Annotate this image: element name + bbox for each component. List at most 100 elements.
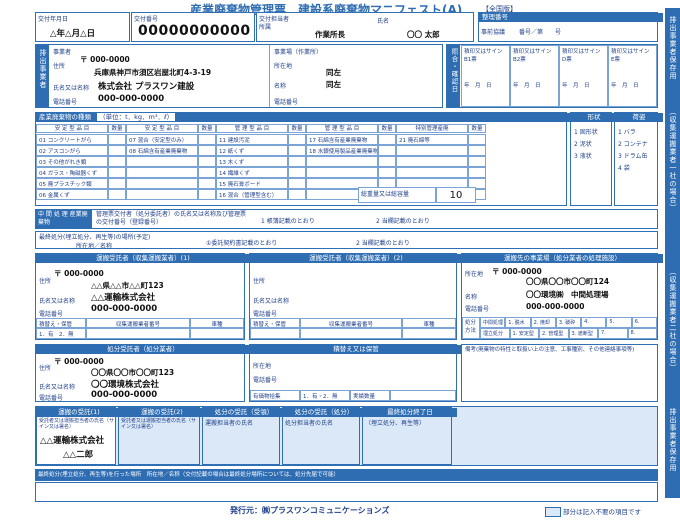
- site-address[interactable]: 同左: [326, 67, 341, 78]
- confirm-b1[interactable]: 積印又はサイン B1票年 月 日: [461, 45, 510, 107]
- final-option-1[interactable]: ①委託契約書記載のとおり: [206, 238, 277, 247]
- method-methods_a-1[interactable]: 1. 脱水: [505, 317, 531, 328]
- waste-qty-col3-2[interactable]: [288, 156, 306, 167]
- pack-option-3[interactable]: 3 ドラム缶: [618, 151, 648, 160]
- transport1-phone[interactable]: 000-000-0000: [91, 304, 157, 314]
- disposal-phone[interactable]: 000-000-0000: [91, 390, 157, 400]
- waste-item-col3-1[interactable]: 12 紙くず: [216, 145, 288, 156]
- shape-option-2[interactable]: 2 泥状: [574, 139, 592, 148]
- transport1-license[interactable]: [86, 328, 190, 339]
- receipt-1[interactable]: 運搬の受託(1) 受託者又は運搬担当者の氏名（サイン又は署名） △△運輸株式会社…: [36, 407, 121, 465]
- waste-qty-col5-3[interactable]: [468, 167, 486, 178]
- waste-qty-col4-2[interactable]: [378, 156, 396, 167]
- site-name[interactable]: 同左: [326, 79, 341, 90]
- total-weight-value[interactable]: 10: [436, 187, 476, 203]
- method-methods_b-3[interactable]: 3. 遮断型: [568, 328, 598, 339]
- confirm-d[interactable]: 積印又はサイン D票年 月 日: [559, 45, 608, 107]
- waste-item-col1-2[interactable]: 03 その他がれき類: [36, 156, 108, 167]
- transport1-vehicle[interactable]: [190, 328, 244, 339]
- disposal-postal[interactable]: 〒 000-0000: [54, 356, 104, 367]
- middle-option-2[interactable]: 2 当欄記載のとおり: [376, 216, 430, 225]
- shape-option-1[interactable]: 1 固形状: [574, 127, 598, 136]
- waste-item-col1-1[interactable]: 02 アスコンがら: [36, 145, 108, 156]
- waste-qty-col2-5[interactable]: [198, 189, 216, 200]
- waste-qty-col2-3[interactable]: [198, 167, 216, 178]
- transport1-address[interactable]: △△県△△市△△町123: [91, 280, 164, 291]
- waste-item-col4-0[interactable]: 17 石綿含有産業廃棄物: [306, 134, 378, 145]
- discharger-postal[interactable]: 〒 000-0000: [80, 54, 130, 65]
- destination-address[interactable]: 〇〇県〇〇市〇〇町124: [526, 276, 609, 287]
- method-methods_a-4[interactable]: 4.: [581, 317, 607, 328]
- disposal-address[interactable]: 〇〇県〇〇市〇〇町123: [91, 367, 174, 378]
- storage-qty[interactable]: [390, 390, 456, 401]
- waste-qty-col2-0[interactable]: [198, 134, 216, 145]
- confirm-e[interactable]: 積印又はサイン E票年 月 日: [608, 45, 657, 107]
- method-methods_b-2[interactable]: 2. 管理型: [539, 328, 569, 339]
- waste-qty-col1-5[interactable]: [108, 189, 126, 200]
- method-methods_a-6[interactable]: 6.: [631, 317, 657, 328]
- method-methods_a-5[interactable]: 5.: [606, 317, 632, 328]
- final-option-2[interactable]: 2 当欄記載のとおり: [356, 238, 410, 247]
- waste-item-col1-3[interactable]: 04 ガラス・陶磁器くず: [36, 167, 108, 178]
- waste-qty-col3-1[interactable]: [288, 145, 306, 156]
- waste-qty-col3-4[interactable]: [288, 178, 306, 189]
- waste-qty-col2-4[interactable]: [198, 178, 216, 189]
- waste-qty-col2-2[interactable]: [198, 156, 216, 167]
- pack-option-2[interactable]: 2 コンテナ: [618, 139, 648, 148]
- waste-qty-col5-2[interactable]: [468, 156, 486, 167]
- waste-qty-col4-1[interactable]: [378, 145, 396, 156]
- transport2-license[interactable]: [300, 328, 402, 339]
- transport2-vehicle[interactable]: [402, 328, 456, 339]
- transport1-storage-option[interactable]: 1．有 2．無: [36, 328, 86, 339]
- waste-item-col1-4[interactable]: 05 廃プラスチック類: [36, 178, 108, 189]
- receipt-4[interactable]: 処分の受託（処分） 処分担当者の氏名: [282, 407, 365, 465]
- transport1-company[interactable]: △△運輸株式会社: [91, 291, 155, 303]
- receipt-5[interactable]: 最終処分終了日 （埋立処分、再生等）: [362, 407, 457, 465]
- transport2-storage-option[interactable]: [250, 328, 300, 339]
- disposal-company[interactable]: 〇〇環境株式会社: [91, 378, 159, 390]
- waste-item-col3-3[interactable]: 14 繊維くず: [216, 167, 288, 178]
- waste-qty-col5-0[interactable]: [468, 134, 486, 145]
- issuer-dept[interactable]: 作業所長: [315, 29, 345, 40]
- waste-qty-col1-4[interactable]: [108, 178, 126, 189]
- waste-item-col2-0[interactable]: 07 混合（安定型のみ）: [126, 134, 198, 145]
- destination-phone[interactable]: 000-000-0000: [526, 302, 584, 311]
- waste-qty-col1-1[interactable]: [108, 145, 126, 156]
- waste-item-col3-2[interactable]: 13 木くず: [216, 156, 288, 167]
- confirm-b2[interactable]: 積印又はサイン B2票年 月 日: [510, 45, 559, 107]
- middle-option-1[interactable]: 1 帳簿記載のとおり: [261, 216, 315, 225]
- waste-unit[interactable]: （単位：t．kg．m³．ℓ）: [97, 113, 176, 121]
- method-methods_a-2[interactable]: 2. 焼却: [530, 317, 556, 328]
- waste-item-col3-0[interactable]: 11 建設汚泥: [216, 134, 288, 145]
- storage-valuable-option[interactable]: 1．有・2．無: [300, 390, 350, 401]
- shape-option-3[interactable]: 3 液状: [574, 151, 592, 160]
- issue-number[interactable]: 00000000000: [138, 23, 251, 39]
- waste-qty-col4-3[interactable]: [378, 167, 396, 178]
- waste-qty-col3-0[interactable]: [288, 134, 306, 145]
- waste-item-col1-0[interactable]: 01 コンクリートがら: [36, 134, 108, 145]
- waste-qty-col1-0[interactable]: [108, 134, 126, 145]
- waste-qty-col3-5[interactable]: [288, 189, 306, 200]
- waste-item-col1-5[interactable]: 06 金属くず: [36, 189, 108, 200]
- pack-option-1[interactable]: 1 バラ: [618, 127, 636, 136]
- waste-qty-col2-1[interactable]: [198, 145, 216, 156]
- waste-item-col5-0[interactable]: 21 廃石綿等: [396, 134, 468, 145]
- waste-qty-col4-0[interactable]: [378, 134, 396, 145]
- method-methods_a-3[interactable]: 3. 破砕: [555, 317, 582, 328]
- waste-item-col2-1[interactable]: 08 石綿含有産業廃棄物: [126, 145, 198, 156]
- method-methods_b-5[interactable]: 8.: [627, 328, 657, 339]
- destination-name[interactable]: 〇〇環境㈱ 中間処理場: [526, 289, 609, 300]
- waste-qty-col5-1[interactable]: [468, 145, 486, 156]
- discharger-company[interactable]: 株式会社 プラスワン建設: [98, 80, 194, 92]
- receipt-2[interactable]: 運搬の受託(2) 受託者又は運搬担当者の氏名（サイン又は署名）: [118, 407, 205, 465]
- receipt-3[interactable]: 処分の受託（受領） 運搬担当者の氏名: [202, 407, 285, 465]
- transport1-postal[interactable]: 〒 000-0000: [54, 268, 104, 279]
- waste-item-col3-4[interactable]: 15 廃石膏ボード: [216, 178, 288, 189]
- issuer-name[interactable]: 〇〇 太郎: [407, 29, 440, 40]
- waste-qty-col3-3[interactable]: [288, 167, 306, 178]
- waste-item-col3-5[interactable]: 16 混合（管理型含む）: [216, 189, 288, 200]
- waste-qty-col1-2[interactable]: [108, 156, 126, 167]
- issue-date-value[interactable]: △年△月△日: [50, 27, 95, 39]
- discharger-phone[interactable]: 000-000-0000: [98, 94, 164, 104]
- pack-option-4[interactable]: 4 袋: [618, 163, 630, 172]
